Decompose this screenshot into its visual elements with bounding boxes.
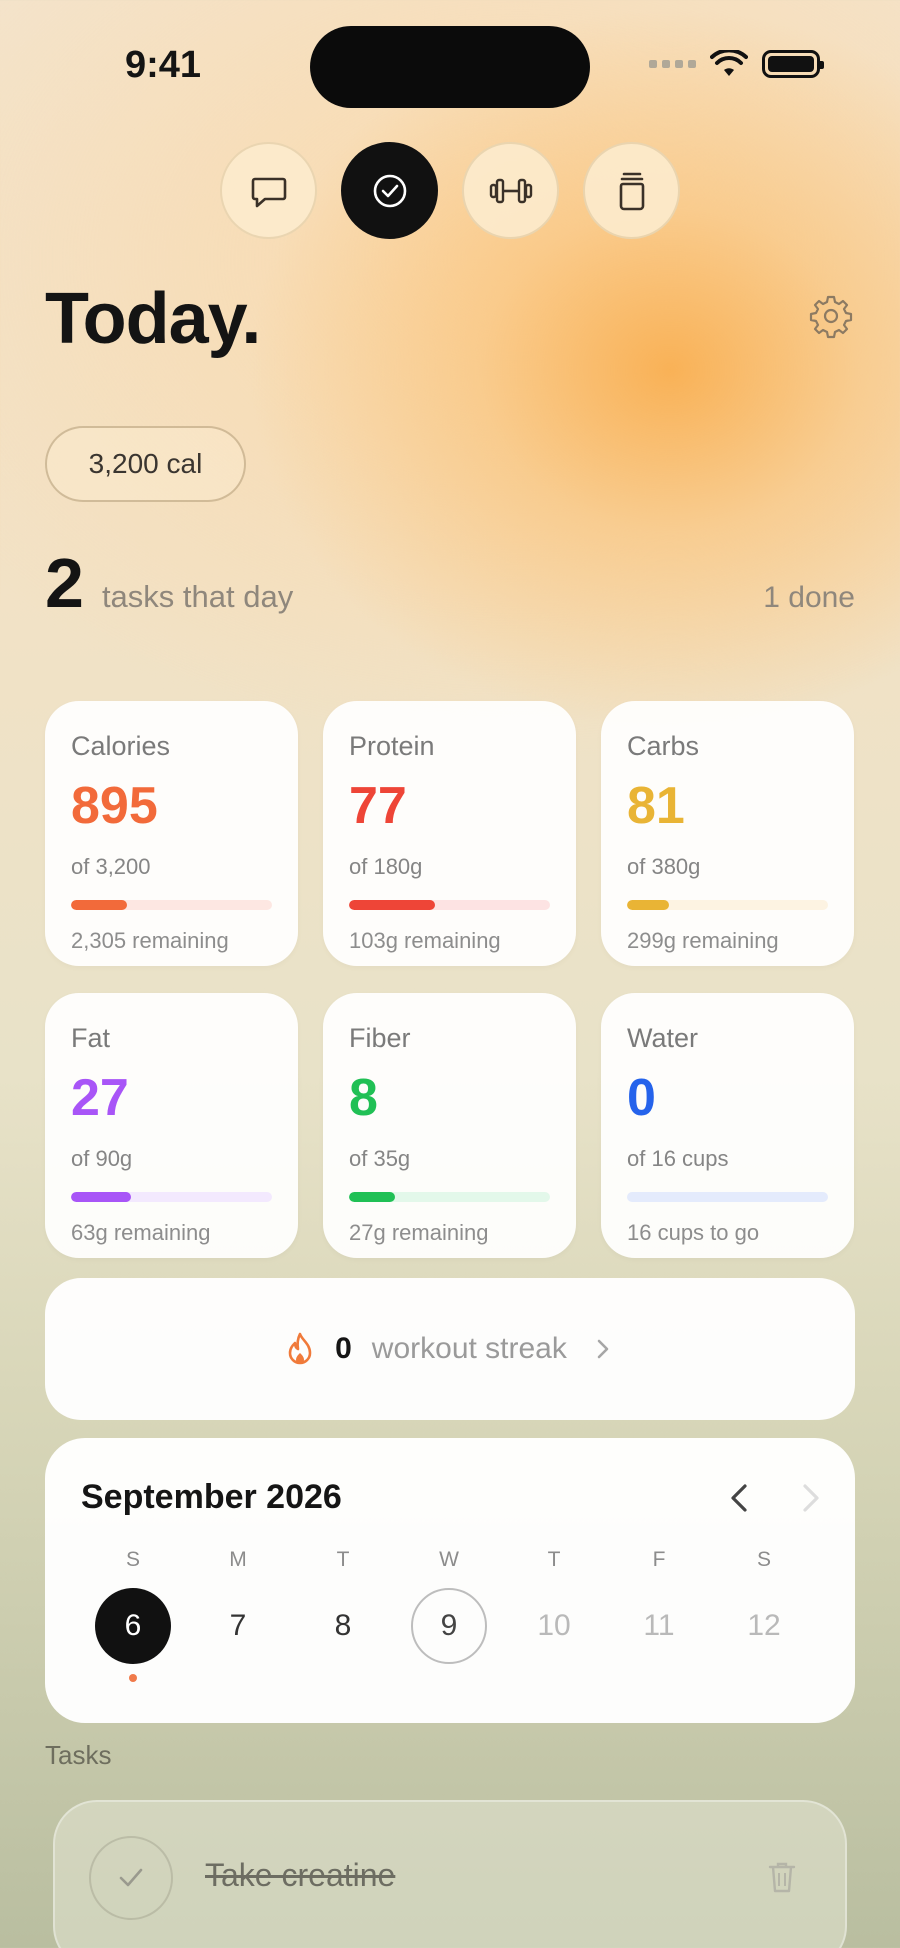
- macro-progress-fill: [71, 900, 128, 910]
- macro-remaining: 103g remaining: [349, 928, 501, 953]
- macro-progress-bar: [71, 900, 272, 910]
- calorie-target-pill[interactable]: 3,200 cal: [45, 426, 246, 502]
- workout-streak-card[interactable]: 0 workout streak: [45, 1278, 855, 1420]
- macro-progress-fill: [349, 900, 436, 910]
- macro-progress-bar: [627, 900, 828, 910]
- tasks-section-label: Tasks: [45, 1740, 112, 1770]
- weekday-label: S: [756, 1548, 772, 1571]
- macro-card-protein[interactable]: Protein 77 of 180g 103g remaining: [323, 701, 576, 966]
- macro-progress-bar: [349, 1192, 550, 1202]
- done-count: 1 done: [763, 581, 855, 614]
- macro-label: Fat: [71, 1023, 111, 1053]
- macro-label: Protein: [349, 731, 435, 761]
- streak-label: workout streak: [371, 1332, 567, 1365]
- wifi-icon: [710, 50, 748, 76]
- weekday-label: S: [125, 1548, 141, 1571]
- flame-icon: [288, 1332, 312, 1365]
- macro-remaining: 63g remaining: [71, 1220, 211, 1245]
- macro-remaining: 16 cups to go: [627, 1220, 760, 1245]
- trash-icon: [768, 1862, 796, 1893]
- weekday-label: T: [336, 1548, 350, 1571]
- macro-value: 27: [71, 1069, 129, 1127]
- chevron-right-icon: [803, 1484, 819, 1512]
- macro-value: 77: [349, 777, 407, 835]
- task-item[interactable]: Take creatine: [53, 1800, 847, 1948]
- supplements-tab-button[interactable]: [583, 142, 680, 239]
- streak-count: 0: [335, 1332, 352, 1365]
- top-nav: [220, 142, 680, 239]
- chat-tab-button[interactable]: [220, 142, 317, 239]
- macro-progress-bar: [627, 1192, 828, 1202]
- macro-remaining: 2,305 remaining: [71, 928, 229, 953]
- chevron-right-icon: [597, 1339, 609, 1359]
- macro-card-fat[interactable]: Fat 27 of 90g 63g remaining: [45, 993, 298, 1258]
- battery-icon: [762, 50, 824, 78]
- checkmark-icon: [119, 1868, 143, 1887]
- calendar-day-6[interactable]: 6: [95, 1588, 171, 1664]
- task-title: Take creatine: [205, 1857, 396, 1893]
- task-complete-toggle[interactable]: [89, 1836, 173, 1920]
- task-count-label: tasks that day: [101, 579, 294, 614]
- macro-card-water[interactable]: Water 0 of 16 cups 16 cups to go: [601, 993, 854, 1258]
- calendar-day-10[interactable]: 10: [516, 1588, 592, 1664]
- macro-label: Fiber: [349, 1023, 411, 1053]
- activity-dot: [129, 1674, 137, 1682]
- macro-target: of 180g: [349, 854, 423, 879]
- status-icons: [649, 50, 824, 78]
- macro-target: of 35g: [349, 1146, 411, 1171]
- supplement-jar-icon: [619, 172, 644, 210]
- macro-card-carbs[interactable]: Carbs 81 of 380g 299g remaining: [601, 701, 854, 966]
- task-count: 2: [45, 544, 84, 622]
- chevron-left-icon: [731, 1484, 747, 1512]
- calendar-day-7[interactable]: 7: [200, 1588, 276, 1664]
- gear-icon: [809, 295, 853, 339]
- macro-value: 81: [627, 777, 685, 835]
- macro-progress-fill: [627, 900, 670, 910]
- calendar-day-12[interactable]: 12: [726, 1588, 802, 1664]
- calendar-day-8[interactable]: 8: [305, 1588, 381, 1664]
- cellular-signal-icon: [649, 60, 696, 68]
- next-week-button[interactable]: [793, 1478, 827, 1523]
- macro-target: of 16 cups: [627, 1146, 729, 1171]
- dynamic-island: [310, 26, 590, 108]
- macro-progress-bar: [71, 1192, 272, 1202]
- check-circle-icon: [373, 174, 406, 207]
- macro-remaining: 299g remaining: [627, 928, 779, 953]
- macro-target: of 3,200: [71, 854, 151, 879]
- macro-progress-bar: [349, 900, 550, 910]
- workout-tab-button[interactable]: [462, 142, 559, 239]
- macro-remaining: 27g remaining: [349, 1220, 489, 1245]
- task-summary: 2 tasks that day 1 done: [45, 548, 855, 618]
- macro-progress-fill: [349, 1192, 396, 1202]
- page-title: Today.: [45, 279, 261, 359]
- calendar-card: September 2026 S M T W T F S 6 7 8 9 10 11 12: [45, 1438, 855, 1723]
- weekday-label: F: [652, 1548, 666, 1571]
- macro-label: Water: [627, 1023, 699, 1053]
- dumbbell-icon: [489, 178, 532, 203]
- settings-button[interactable]: [808, 293, 854, 339]
- delete-task-button[interactable]: [767, 1860, 797, 1899]
- chat-bubble-icon: [251, 177, 286, 207]
- calendar-day-9[interactable]: 9: [411, 1588, 487, 1664]
- calendar-day-11[interactable]: 11: [621, 1588, 697, 1664]
- macro-label: Carbs: [627, 731, 700, 761]
- weekday-label: W: [439, 1548, 459, 1571]
- macro-target: of 90g: [71, 1146, 133, 1171]
- macro-progress-fill: [71, 1192, 132, 1202]
- prev-week-button[interactable]: [723, 1478, 757, 1523]
- macro-card-fiber[interactable]: Fiber 8 of 35g 27g remaining: [323, 993, 576, 1258]
- weekday-label: T: [547, 1548, 561, 1571]
- calendar-month: September 2026: [81, 1478, 342, 1516]
- macro-value: 0: [627, 1069, 656, 1127]
- macro-target: of 380g: [627, 854, 701, 879]
- weekday-label: M: [229, 1548, 247, 1571]
- status-time: 9:41: [125, 44, 202, 86]
- macro-value: 895: [71, 777, 158, 835]
- macro-value: 8: [349, 1069, 378, 1127]
- macro-card-calories[interactable]: Calories 895 of 3,200 2,305 remaining: [45, 701, 298, 966]
- tasks-tab-button[interactable]: [341, 142, 438, 239]
- macro-label: Calories: [71, 731, 171, 761]
